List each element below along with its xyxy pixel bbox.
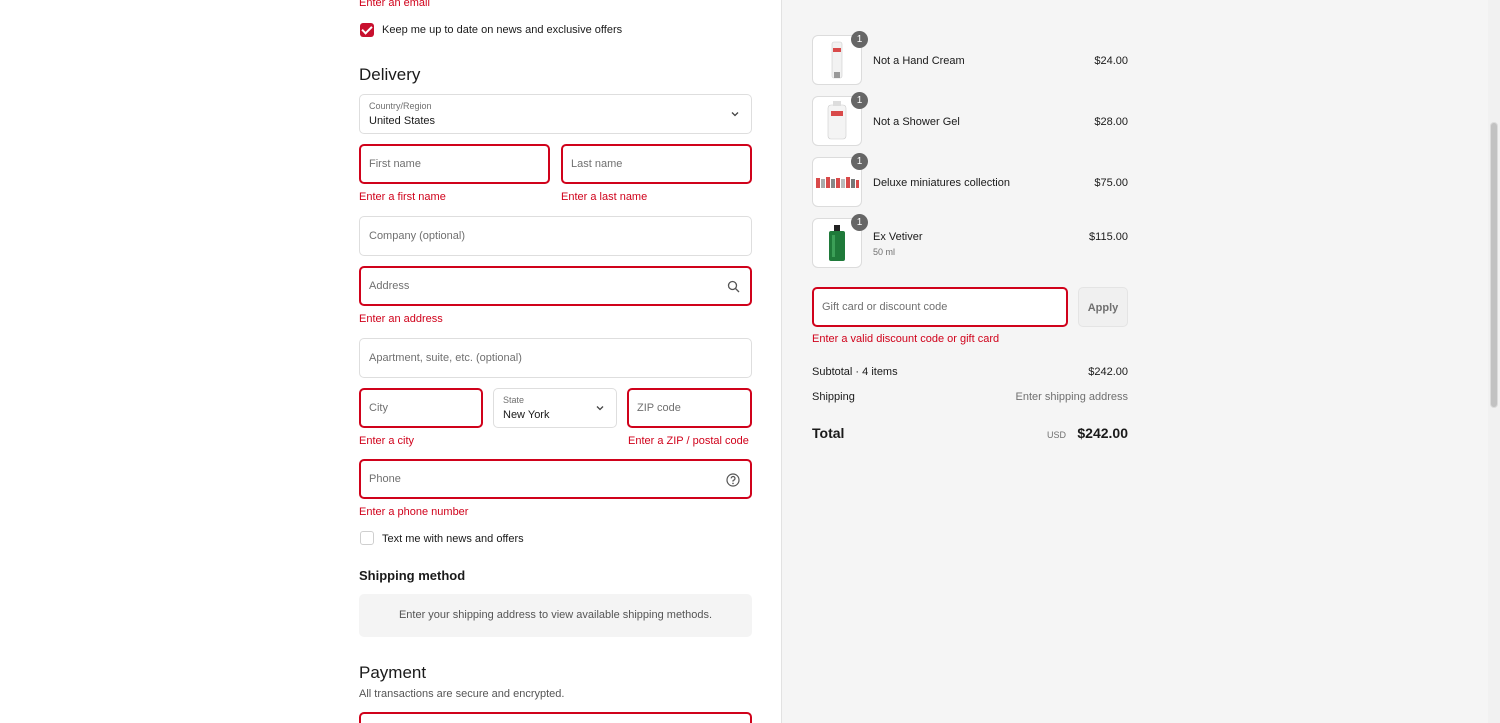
company-placeholder: Company (optional) <box>369 230 465 242</box>
payment-heading: Payment <box>359 663 427 682</box>
country-label: Country/Region <box>369 101 432 111</box>
last-name-error: Enter a last name <box>561 191 648 203</box>
country-select[interactable]: Country/Region United States <box>359 94 752 134</box>
chevron-down-icon <box>730 109 740 122</box>
first-name-error: Enter a first name <box>359 191 446 203</box>
item-name: Ex Vetiver <box>873 231 923 243</box>
city-error: Enter a city <box>359 435 415 447</box>
cart-item: 1 Not a Hand Cream $24.00 <box>812 31 1128 85</box>
help-icon[interactable] <box>726 473 740 492</box>
zip-error: Enter a ZIP / postal code <box>628 435 749 447</box>
newsletter-label: Keep me up to date on news and exclusive… <box>382 24 623 36</box>
country-value: United States <box>369 115 436 127</box>
cart-item: 1 Deluxe miniatures collection $75.00 <box>812 153 1128 207</box>
newsletter-checkbox[interactable] <box>360 23 374 37</box>
cart-item: 1 Ex Vetiver 50 ml $115.00 <box>812 214 1128 268</box>
total-currency: USD <box>1046 430 1066 440</box>
discount-error: Enter a valid discount code or gift card <box>812 333 1000 345</box>
discount-placeholder: Gift card or discount code <box>822 301 948 313</box>
quantity-badge: 1 <box>851 214 868 231</box>
address-placeholder: Address <box>369 280 410 292</box>
phone-error: Enter a phone number <box>359 506 469 518</box>
sms-label: Text me with news and offers <box>382 533 524 545</box>
chevron-down-icon <box>595 403 605 416</box>
sms-checkbox[interactable] <box>360 531 374 545</box>
item-price: $24.00 <box>1094 55 1128 67</box>
shipping-label: Shipping <box>812 391 855 403</box>
quantity-badge: 1 <box>851 92 868 109</box>
item-price: $75.00 <box>1094 177 1128 189</box>
state-select[interactable]: State New York <box>493 388 617 428</box>
state-value: New York <box>503 409 550 421</box>
first-name-input[interactable]: First name <box>359 144 550 184</box>
zip-input[interactable]: ZIP code <box>627 388 752 428</box>
apply-discount-button[interactable]: Apply <box>1078 287 1128 327</box>
city-input[interactable]: City <box>359 388 483 428</box>
delivery-heading: Delivery <box>359 65 421 84</box>
product-thumbnail: 1 <box>812 214 868 268</box>
total-value: $242.00 <box>1077 425 1128 441</box>
phone-input[interactable]: Phone <box>359 459 752 499</box>
quantity-badge: 1 <box>851 31 868 48</box>
quantity-badge: 1 <box>851 153 868 170</box>
email-error: Enter an email <box>359 0 430 9</box>
company-input[interactable]: Company (optional) <box>359 216 752 256</box>
cart-item: 1 Not a Shower Gel $28.00 <box>812 92 1128 146</box>
item-price: $28.00 <box>1094 116 1128 128</box>
last-name-input[interactable]: Last name <box>561 144 752 184</box>
first-name-placeholder: First name <box>369 158 421 170</box>
scrollbar-thumb[interactable] <box>1490 122 1498 408</box>
product-thumbnail: 1 <box>812 31 868 85</box>
shipping-method-message: Enter your shipping address to view avai… <box>398 609 713 621</box>
item-name: Not a Shower Gel <box>873 116 960 128</box>
state-label: State <box>503 395 525 405</box>
total-label: Total <box>812 425 845 441</box>
city-placeholder: City <box>369 402 388 414</box>
apartment-input[interactable]: Apartment, suite, etc. (optional) <box>359 338 752 378</box>
zip-placeholder: ZIP code <box>637 402 681 414</box>
last-name-placeholder: Last name <box>571 158 623 170</box>
item-variant: 50 ml <box>873 247 896 257</box>
subtotal-value: $242.00 <box>1088 366 1128 378</box>
shipping-value: Enter shipping address <box>1015 391 1128 403</box>
payment-method-box[interactable] <box>359 712 752 723</box>
shipping-method-heading: Shipping method <box>359 568 466 583</box>
search-icon[interactable] <box>727 280 740 298</box>
product-thumbnail: 1 <box>812 153 868 207</box>
item-price: $115.00 <box>1089 231 1128 243</box>
page-scrollbar[interactable] <box>1488 0 1500 723</box>
shipping-method-box: Enter your shipping address to view avai… <box>359 594 752 637</box>
payment-subtitle: All transactions are secure and encrypte… <box>359 688 565 700</box>
item-name: Not a Hand Cream <box>873 55 965 67</box>
apartment-placeholder: Apartment, suite, etc. (optional) <box>369 352 522 364</box>
product-thumbnail: 1 <box>812 92 868 146</box>
subtotal-label: Subtotal · 4 items <box>812 366 898 378</box>
address-error: Enter an address <box>359 313 443 325</box>
phone-placeholder: Phone <box>369 473 401 485</box>
item-name: Deluxe miniatures collection <box>873 177 1010 189</box>
discount-code-input[interactable]: Gift card or discount code <box>812 287 1068 327</box>
address-input[interactable]: Address <box>359 266 752 306</box>
